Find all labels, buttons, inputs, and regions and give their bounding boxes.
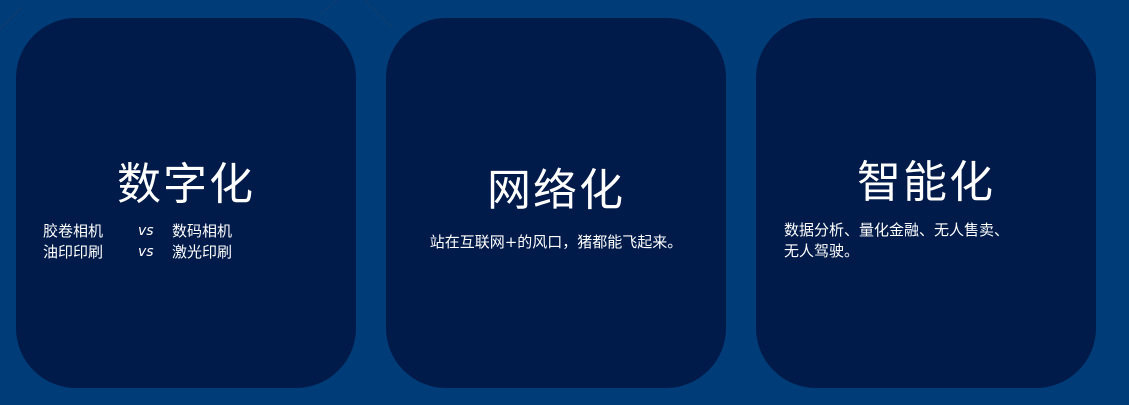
versus-label: vs (138, 244, 154, 260)
card-title: 智能化 (857, 157, 995, 208)
card-digitalization: 数字化 胶卷相机 vs 数码相机 油印印刷 vs 激光印刷 (16, 18, 356, 388)
comparison-new-item: 激光印刷 (172, 243, 233, 261)
card-title: 数字化 (117, 159, 255, 210)
comparison-list: 胶卷相机 vs 数码相机 油印印刷 vs 激光印刷 (43, 221, 232, 263)
versus-label: vs (138, 223, 154, 239)
description-line: 无人驾驶。 (784, 242, 860, 260)
comparison-row: 油印印刷 vs 激光印刷 (43, 242, 232, 263)
card-description: 数据分析、量化金融、无人售卖、 无人驾驶。 (784, 220, 1064, 262)
comparison-old-item: 油印印刷 (43, 243, 104, 261)
comparison-old-item: 胶卷相机 (43, 222, 104, 240)
comparison-row: 胶卷相机 vs 数码相机 (43, 221, 232, 242)
comparison-new-item: 数码相机 (172, 222, 233, 240)
background-decoration-line (0, 6, 22, 29)
card-intelligence: 智能化 数据分析、量化金融、无人售卖、 无人驾驶。 (756, 18, 1096, 388)
background-decoration-line (320, 0, 344, 15)
description-line: 数据分析、量化金融、无人售卖、 (784, 221, 1010, 239)
card-title: 网络化 (487, 165, 625, 216)
background-decoration-line (364, 0, 394, 29)
card-networking: 网络化 站在互联网+的风口，猪都能飞起来。 (386, 18, 726, 388)
card-description: 站在互联网+的风口，猪都能飞起来。 (429, 233, 683, 251)
